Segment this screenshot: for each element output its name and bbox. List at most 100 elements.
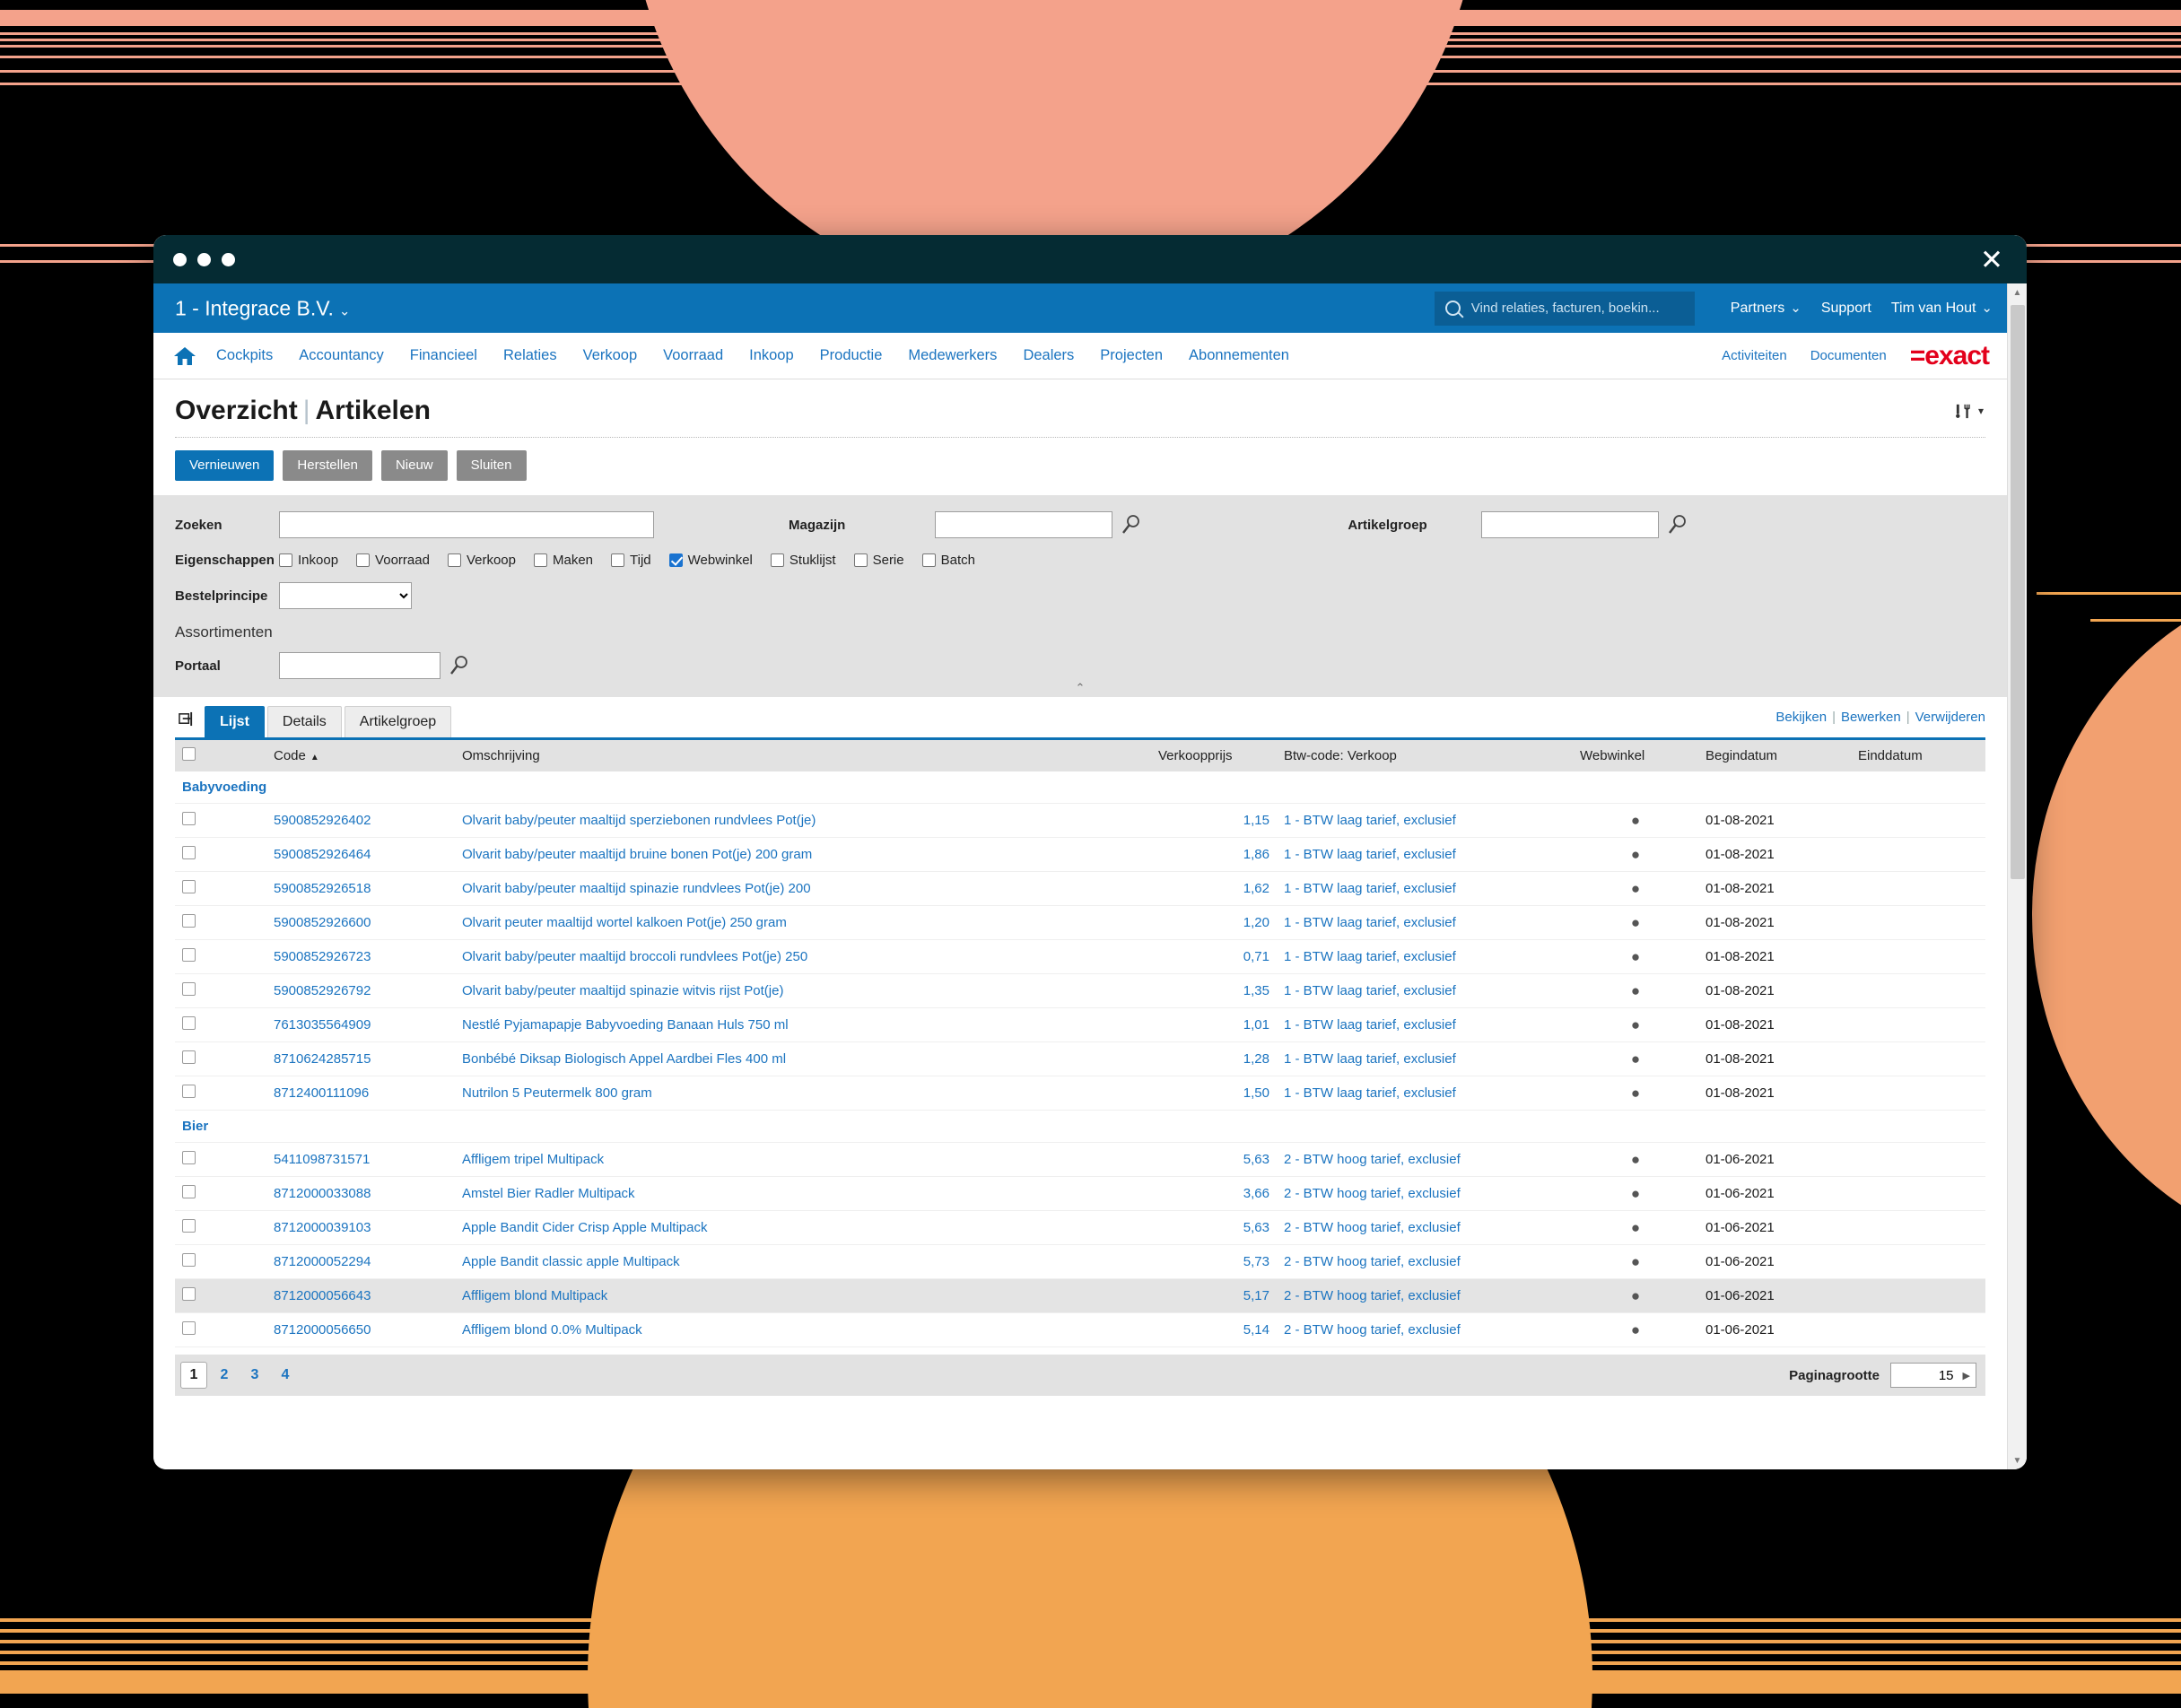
checkbox-maken[interactable]: Maken bbox=[533, 553, 593, 568]
nav-item-inkoop[interactable]: Inkoop bbox=[749, 347, 794, 364]
table-row[interactable]: 5900852926723 Olvarit baby/peuter maaltij… bbox=[175, 939, 1985, 974]
row-checkbox[interactable] bbox=[182, 1151, 196, 1164]
nav-item-productie[interactable]: Productie bbox=[820, 347, 883, 364]
checkbox-batch[interactable]: Batch bbox=[921, 553, 975, 568]
magazijn-lookup-icon[interactable] bbox=[1120, 514, 1141, 536]
table-row[interactable]: 5411098731571 Affligem tripel Multipack 5,… bbox=[175, 1142, 1985, 1177]
nav-item-activiteiten[interactable]: Activiteiten bbox=[1722, 348, 1787, 363]
tab-details[interactable]: Details bbox=[266, 706, 342, 737]
close-icon[interactable]: ✕ bbox=[1976, 246, 2007, 274]
scroll-up-icon[interactable]: ▲ bbox=[2008, 283, 2027, 301]
select-all-checkbox[interactable] bbox=[182, 747, 196, 761]
checkbox-stuklijst[interactable]: Stuklijst bbox=[770, 553, 836, 568]
row-checkbox[interactable] bbox=[182, 982, 196, 996]
refresh-button[interactable]: Vernieuwen bbox=[175, 450, 275, 481]
row-checkbox[interactable] bbox=[182, 880, 196, 893]
nav-item-cockpits[interactable]: Cockpits bbox=[216, 347, 273, 364]
action-bekijken[interactable]: Bekijken bbox=[1775, 710, 1827, 725]
row-checkbox-cell[interactable] bbox=[175, 1244, 211, 1279]
portaal-input[interactable] bbox=[279, 652, 441, 679]
reset-button[interactable]: Herstellen bbox=[283, 450, 372, 481]
home-icon[interactable] bbox=[173, 345, 196, 367]
header-code[interactable]: Code ▲ bbox=[266, 740, 455, 771]
close-button[interactable]: Sluiten bbox=[456, 450, 527, 481]
header-btw-code[interactable]: Btw-code: Verkoop bbox=[1277, 740, 1573, 771]
page-button-2[interactable]: 2 bbox=[211, 1362, 238, 1389]
artikelgroep-input[interactable] bbox=[1480, 511, 1659, 538]
nav-item-financieel[interactable]: Financieel bbox=[410, 347, 477, 364]
row-checkbox-cell[interactable] bbox=[175, 871, 211, 906]
company-selector[interactable]: 1 - Integrace B.V. ⌄ bbox=[175, 296, 350, 320]
nav-item-medewerkers[interactable]: Medewerkers bbox=[908, 347, 997, 364]
page-button-4[interactable]: 4 bbox=[272, 1362, 299, 1389]
page-size-field[interactable]: 15 ▶ bbox=[1890, 1363, 1976, 1388]
table-row[interactable]: 5900852926600 Olvarit peuter maaltijd wor… bbox=[175, 905, 1985, 940]
nav-item-relaties[interactable]: Relaties bbox=[503, 347, 557, 364]
nav-item-abonnementen[interactable]: Abonnementen bbox=[1189, 347, 1289, 364]
header-webwinkel[interactable]: Webwinkel bbox=[1573, 740, 1698, 771]
row-checkbox[interactable] bbox=[182, 846, 196, 859]
row-checkbox[interactable] bbox=[182, 1185, 196, 1198]
header-select-all[interactable] bbox=[175, 740, 211, 771]
row-checkbox[interactable] bbox=[182, 1253, 196, 1267]
new-button[interactable]: Nieuw bbox=[380, 450, 448, 481]
table-row[interactable]: 8712400111096 Nutrilon 5 Peutermelk 800 g… bbox=[175, 1076, 1985, 1111]
tab-artikelgroep[interactable]: Artikelgroep bbox=[344, 706, 452, 737]
row-checkbox[interactable] bbox=[182, 1287, 196, 1301]
nav-item-documenten[interactable]: Documenten bbox=[1810, 348, 1887, 363]
row-checkbox[interactable] bbox=[182, 914, 196, 928]
table-row[interactable]: 5900852926402 Olvarit baby/peuter maaltij… bbox=[175, 803, 1985, 838]
row-checkbox[interactable] bbox=[182, 948, 196, 962]
window-dot[interactable] bbox=[173, 252, 187, 266]
action-bewerken[interactable]: Bewerken bbox=[1841, 710, 1901, 725]
portaal-lookup-icon[interactable] bbox=[448, 655, 469, 676]
checkbox-voorraad[interactable]: Voorraad bbox=[356, 553, 430, 568]
artikelgroep-lookup-icon[interactable] bbox=[1666, 514, 1688, 536]
row-checkbox-cell[interactable] bbox=[175, 973, 211, 1008]
table-row[interactable]: 5900852926518 Olvarit baby/peuter maaltij… bbox=[175, 871, 1985, 906]
row-checkbox-cell[interactable] bbox=[175, 1007, 211, 1042]
window-dot[interactable] bbox=[197, 252, 211, 266]
window-dot[interactable] bbox=[222, 252, 235, 266]
row-checkbox-cell[interactable] bbox=[175, 803, 211, 838]
topbar-link-support[interactable]: Support bbox=[1821, 301, 1871, 317]
table-row[interactable]: 8712000033088 Amstel Bier Radler Multipac… bbox=[175, 1176, 1985, 1211]
pin-icon[interactable] bbox=[179, 711, 194, 731]
tools-icon[interactable]: ▾ bbox=[1954, 402, 1984, 421]
bestelprincipe-select[interactable] bbox=[279, 582, 412, 609]
scrollbar-thumb[interactable] bbox=[2011, 305, 2025, 879]
row-checkbox[interactable] bbox=[182, 1085, 196, 1098]
table-row[interactable]: 5900852926792 Olvarit baby/peuter maaltij… bbox=[175, 973, 1985, 1008]
topbar-link-partners[interactable]: Partners ⌄ bbox=[1731, 300, 1802, 317]
row-checkbox[interactable] bbox=[182, 1219, 196, 1233]
header-omschrijving[interactable]: Omschrijving bbox=[455, 740, 1151, 771]
page-button-1[interactable]: 1 bbox=[180, 1362, 207, 1389]
row-checkbox[interactable] bbox=[182, 1050, 196, 1064]
vertical-scrollbar[interactable]: ▲ ▼ bbox=[2007, 283, 2027, 1469]
nav-item-accountancy[interactable]: Accountancy bbox=[299, 347, 383, 364]
row-checkbox-cell[interactable] bbox=[175, 1210, 211, 1245]
header-verkoopprijs[interactable]: Verkoopprijs bbox=[1151, 740, 1277, 771]
action-verwijderen[interactable]: Verwijderen bbox=[1915, 710, 1985, 725]
row-checkbox-cell[interactable] bbox=[175, 905, 211, 940]
row-checkbox-cell[interactable] bbox=[175, 1142, 211, 1177]
nav-item-projecten[interactable]: Projecten bbox=[1100, 347, 1163, 364]
header-begindatum[interactable]: Begindatum bbox=[1698, 740, 1851, 771]
row-checkbox-cell[interactable] bbox=[175, 1312, 211, 1347]
row-checkbox[interactable] bbox=[182, 1016, 196, 1030]
row-checkbox-cell[interactable] bbox=[175, 1041, 211, 1076]
row-checkbox-cell[interactable] bbox=[175, 837, 211, 872]
table-row[interactable]: 8712000052294 Apple Bandit classic apple … bbox=[175, 1244, 1985, 1279]
row-checkbox[interactable] bbox=[182, 1321, 196, 1335]
checkbox-tijd[interactable]: Tijd bbox=[611, 553, 651, 568]
tab-lijst[interactable]: Lijst bbox=[205, 706, 265, 737]
row-checkbox-cell[interactable] bbox=[175, 1076, 211, 1111]
row-checkbox-cell[interactable] bbox=[175, 1176, 211, 1211]
collapse-filters-icon[interactable]: ⌃ bbox=[1076, 681, 1086, 695]
global-search[interactable]: Vind relaties, facturen, boekin... bbox=[1434, 291, 1695, 326]
table-row[interactable]: 8712000056650 Affligem blond 0.0% Multipa… bbox=[175, 1312, 1985, 1347]
topbar-link-user[interactable]: Tim van Hout ⌄ bbox=[1891, 300, 1993, 317]
checkbox-webwinkel[interactable]: Webwinkel bbox=[668, 553, 753, 568]
row-checkbox[interactable] bbox=[182, 812, 196, 825]
magazijn-input[interactable] bbox=[935, 511, 1113, 538]
